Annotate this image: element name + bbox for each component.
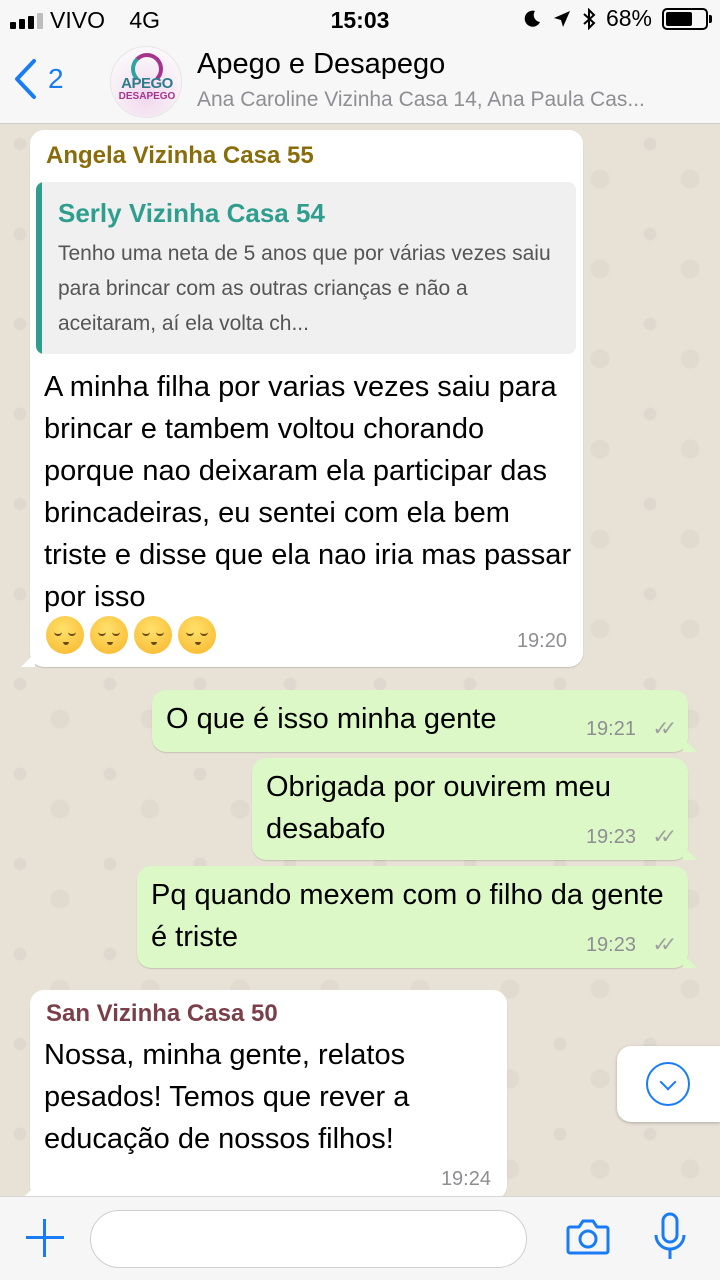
camera-icon [566,1219,610,1255]
double-check-icon: ✓✓ [652,934,676,956]
status-indicators: 68% [522,5,712,32]
emoji-row [46,616,222,654]
message-time: 19:23 [585,826,636,848]
back-button[interactable]: 2 [12,58,64,100]
group-participants[interactable]: Ana Caroline Vizinha Casa 14, Ana Paula … [197,88,702,112]
pensive-face-icon [90,616,128,654]
voice-message-button[interactable] [652,1211,688,1265]
chevron-down-circle-icon [646,1062,690,1106]
message-text: Nossa, minha gente, relatos pesados! Tem… [44,1039,410,1155]
group-title[interactable]: Apego e Desapego [197,48,445,81]
pensive-face-icon [46,616,84,654]
outgoing-message[interactable]: Obrigada por ouvirem meu desabafo 19:23 … [252,758,697,860]
battery-percent: 68% [605,5,652,31]
incoming-message[interactable]: Angela Vizinha Casa 55 Serly Vizinha Cas… [21,130,583,667]
do-not-disturb-icon [524,10,540,27]
camera-button[interactable] [566,1217,610,1261]
message-text: O que é isso minha gente [166,703,497,735]
microphone-icon [654,1212,686,1259]
chat-header: 2 APEGO DESAPEGO Apego e Desapego Ana Ca… [0,40,720,124]
battery-icon [662,7,712,30]
double-check-icon: ✓✓ [652,826,676,848]
message-text: A minha filha por varias vezes saiu para… [44,371,572,613]
message-time: 19:24 [440,1168,491,1190]
group-avatar[interactable]: APEGO DESAPEGO [110,46,182,118]
bluetooth-icon [583,7,596,30]
message-input[interactable] [90,1210,527,1268]
message-time: 19:23 [585,934,636,956]
incoming-message[interactable]: San Vizinha Casa 50 Nossa, minha gente, … [21,990,507,1196]
location-arrow-icon [553,10,570,27]
message-time: 19:20 [516,630,567,652]
double-check-icon: ✓✓ [652,718,676,740]
unread-count: 2 [48,63,64,94]
pensive-face-icon [134,616,172,654]
pensive-face-icon [178,616,216,654]
status-bar: VIVO 4G 15:03 68% [0,0,720,40]
outgoing-message[interactable]: O que é isso minha gente 19:21 ✓✓ [152,690,697,752]
outgoing-message[interactable]: Pq quando mexem com o filho da gente é t… [137,866,697,968]
quoted-text: Tenho uma neta de 5 anos que por várias … [58,242,551,335]
quoted-sender: Serly Vizinha Casa 54 [58,198,325,228]
quoted-message[interactable]: Serly Vizinha Casa 54 Tenho uma neta de … [36,182,576,354]
message-time: 19:21 [585,718,636,740]
scroll-to-bottom-button[interactable] [617,1046,720,1122]
logo-text-desapego: DESAPEGO [118,91,176,102]
attach-button[interactable] [26,1219,64,1257]
logo-text-apego: APEGO [121,75,173,92]
message-sender: Angela Vizinha Casa 55 [46,142,314,169]
quote-accent-bar [36,182,42,354]
chevron-left-icon [15,59,36,99]
message-sender: San Vizinha Casa 50 [46,1000,278,1027]
message-list[interactable]: Angela Vizinha Casa 55 Serly Vizinha Cas… [0,124,720,1196]
message-composer [0,1196,720,1280]
